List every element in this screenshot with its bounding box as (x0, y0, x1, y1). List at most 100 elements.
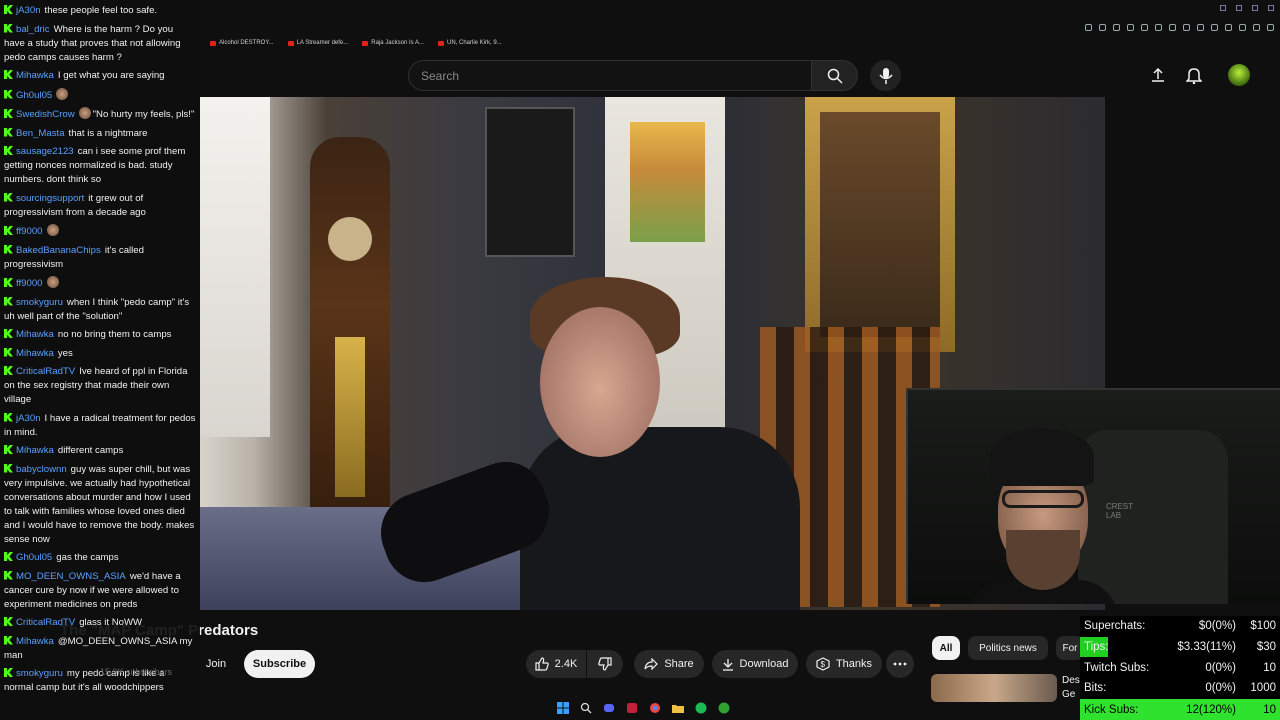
bookmark-item[interactable]: Raja Jackson Is A... (362, 40, 424, 46)
puzzle-icon[interactable] (1211, 24, 1218, 31)
bookmark-item[interactable]: LA Streamer defe... (287, 40, 348, 46)
emote-icon (46, 224, 59, 236)
chat-username[interactable]: Mihawka (16, 445, 54, 456)
recommended-video-title[interactable]: Des Ge (1062, 674, 1080, 702)
kick-badge-icon (4, 617, 13, 626)
bell-icon[interactable] (1185, 67, 1203, 89)
chat-username[interactable]: smokyguru (16, 668, 63, 679)
chat-username[interactable]: Mihawka (16, 348, 54, 359)
shield-icon[interactable] (1127, 24, 1134, 31)
chip-all[interactable]: All (932, 636, 960, 660)
spotify-icon[interactable] (695, 702, 707, 714)
download-button[interactable]: Download (712, 650, 798, 678)
chat-username[interactable]: smokyguru (16, 297, 63, 308)
chat-message: sourcingsupport it grew out of progressiv… (4, 192, 196, 220)
chat-username[interactable]: ff9000 (16, 278, 43, 289)
taskbar (545, 697, 745, 719)
like-button[interactable]: 2.4K (526, 650, 586, 678)
twitch-subs-label: Twitch Subs: (1084, 662, 1150, 674)
chat-username[interactable]: BakedBananaChips (16, 245, 101, 256)
chat-username[interactable]: jA30n (16, 413, 41, 424)
video-scene-person-head (540, 307, 660, 457)
chat-username[interactable]: SwedishCrow (16, 109, 75, 120)
chat-text: that is a nightmare (68, 127, 148, 139)
bookmark-icon[interactable] (1113, 24, 1120, 31)
chat-username[interactable]: MO_DEEN_OWNS_ASIA (16, 571, 126, 582)
thanks-button[interactable]: $ Thanks (806, 650, 882, 678)
chat-username[interactable]: jA30n (16, 5, 41, 16)
mic-icon (878, 67, 893, 84)
chrome-icon[interactable] (649, 702, 661, 714)
search-button[interactable] (812, 60, 858, 91)
menu-icon[interactable] (1267, 24, 1274, 31)
windows-start-icon[interactable] (557, 702, 569, 714)
kick-badge-icon (4, 244, 13, 254)
chat-username[interactable]: Ben_Masta (16, 128, 65, 139)
folder-icon[interactable] (672, 702, 684, 714)
sound-icon[interactable] (1197, 24, 1204, 31)
avatar[interactable] (1228, 64, 1250, 86)
download-icon[interactable] (1239, 24, 1246, 31)
bookmark-item[interactable]: Alcohol DESTROY... (210, 40, 274, 46)
emote-icon (78, 107, 91, 119)
bits-row: Bits: 0(0%) 1000 (1080, 678, 1280, 698)
search-input[interactable]: Search (408, 60, 812, 91)
subscribe-button[interactable]: Subscribe (244, 650, 315, 678)
xbox-icon[interactable] (718, 702, 730, 714)
pin-icon[interactable] (1099, 24, 1106, 31)
chair-logo: CREST LAB (1106, 502, 1134, 520)
upload-icon[interactable] (1150, 67, 1166, 88)
refresh-icon[interactable] (1183, 24, 1190, 31)
chat-username[interactable]: ff9000 (16, 226, 43, 237)
chat-text: I get what you are saying (57, 70, 165, 81)
kick-badge-icon (4, 89, 13, 99)
chip-politics-news[interactable]: Politics news (968, 636, 1048, 660)
chat-message: CriticalRadTV Ive heard of ppl in Florida… (4, 365, 196, 407)
emote-icon (46, 276, 59, 288)
chat-username[interactable]: Gh0ul05 (16, 90, 52, 101)
zoom-icon[interactable] (1085, 24, 1092, 31)
chat-panel[interactable]: jA30n these people feel too safe. bal_dric… (0, 0, 200, 720)
tips-label: Tips: (1084, 641, 1109, 653)
youtube-icon (210, 40, 216, 46)
voice-search-button[interactable] (870, 60, 901, 91)
search-icon[interactable] (1220, 5, 1226, 11)
close-icon[interactable] (1268, 5, 1274, 11)
chat-username[interactable]: sourcingsupport (16, 193, 84, 204)
kick-badge-icon (4, 445, 13, 454)
chat-username[interactable]: CriticalRadTV (16, 366, 75, 377)
extension-icon[interactable] (1141, 24, 1148, 31)
chat-username[interactable]: bal_dric (16, 24, 50, 35)
bookmark-item[interactable]: UN, Charlie Kirk, 9... (437, 40, 502, 46)
minimize-icon[interactable] (1236, 5, 1242, 11)
kick-badge-icon (4, 226, 13, 235)
kick-subs-value: 12(120%) (1186, 703, 1236, 716)
recommended-video-thumbnail[interactable] (931, 674, 1057, 702)
obs-icon[interactable] (626, 702, 638, 714)
chat-username[interactable]: Mihawka (16, 70, 54, 81)
browser-toolbar: Alcohol DESTROY... LA Streamer defe... R… (200, 0, 1280, 56)
discord-icon[interactable] (603, 702, 615, 714)
download-icon (722, 658, 733, 671)
join-button[interactable]: Join (198, 650, 234, 678)
dislike-button[interactable] (587, 650, 623, 678)
chat-username[interactable]: CriticalRadTV (16, 617, 75, 628)
search-icon (827, 68, 843, 84)
play-icon[interactable] (1155, 24, 1162, 31)
chat-username[interactable]: Mihawka (16, 329, 54, 340)
search-icon[interactable] (580, 702, 592, 714)
chat-username[interactable]: sausage2123 (16, 146, 74, 157)
chat-text: different camps (57, 445, 124, 456)
chat-message: Gh0ul05 (4, 87, 196, 103)
chat-username[interactable]: babyclownn (16, 464, 67, 475)
more-actions-button[interactable] (886, 650, 914, 678)
lock-icon[interactable] (1225, 24, 1232, 31)
twitch-subs-goal: 10 (1263, 662, 1276, 674)
share-button[interactable]: Share (634, 650, 704, 678)
chat-username[interactable]: Gh0ul05 (16, 552, 52, 563)
chat-username[interactable]: Mihawka (16, 636, 54, 647)
heart-icon[interactable] (1169, 24, 1176, 31)
kick-badge-icon (4, 570, 13, 580)
home-icon[interactable] (1253, 24, 1260, 31)
maximize-icon[interactable] (1252, 5, 1258, 11)
